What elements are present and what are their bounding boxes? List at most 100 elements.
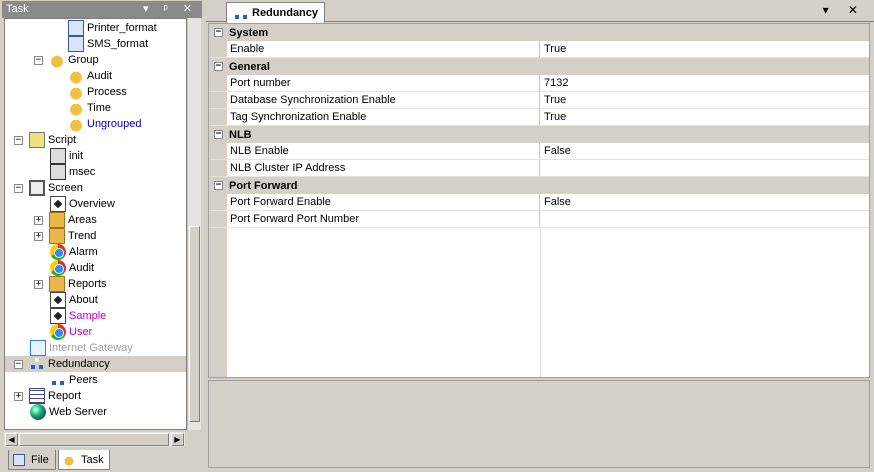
globe-icon — [30, 404, 46, 420]
scroll-right-arrow-icon[interactable]: ▶ — [171, 433, 184, 446]
tree-item[interactable]: Process — [68, 84, 127, 100]
property-row[interactable]: Tag Synchronization Enable True — [209, 109, 869, 126]
scrollbar-thumb[interactable] — [189, 226, 200, 422]
property-category-label: Port Forward — [229, 179, 298, 192]
collapse-icon[interactable]: − — [214, 62, 223, 71]
tree-item[interactable]: + Report — [14, 388, 81, 404]
tree-item[interactable]: Overview — [50, 196, 115, 212]
tree-item-label: Group — [68, 54, 99, 66]
editor-controls[interactable]: ▾ ✕ — [823, 3, 866, 17]
expand-icon[interactable]: + — [34, 279, 43, 289]
tree-item-label: Screen — [48, 182, 83, 194]
tree-item[interactable]: Ungrouped — [68, 116, 141, 132]
column-divider[interactable] — [540, 228, 541, 377]
property-value[interactable] — [540, 160, 544, 176]
property-value[interactable]: True — [540, 41, 566, 57]
collapse-icon[interactable]: − — [14, 183, 23, 193]
property-description-pane — [208, 380, 870, 468]
property-name: NLB Enable — [227, 143, 540, 159]
property-value[interactable]: True — [540, 109, 566, 125]
task-panel-title: Task — [6, 3, 29, 15]
tree-item[interactable]: Audit — [68, 68, 112, 84]
tree-item[interactable]: msec — [50, 164, 95, 180]
tree-horizontal-scrollbar[interactable]: ◀ ▶ — [4, 432, 185, 447]
tree-item[interactable]: + Areas — [34, 212, 97, 228]
tree-item-label: Time — [87, 102, 112, 114]
scrollbar-thumb[interactable] — [19, 433, 169, 446]
tree-item[interactable]: User — [50, 324, 92, 340]
collapse-icon[interactable]: − — [214, 181, 223, 190]
collapse-icon[interactable]: − — [214, 28, 223, 37]
tree-item[interactable]: + Reports — [34, 276, 107, 292]
property-value[interactable]: True — [540, 92, 566, 108]
property-category-label: NLB — [229, 128, 252, 141]
property-row[interactable]: Enable True — [209, 41, 869, 58]
file-tab-icon — [13, 453, 25, 466]
expand-icon[interactable]: + — [14, 391, 23, 401]
row-gutter — [209, 41, 227, 57]
tree-item[interactable]: Peers — [50, 372, 98, 388]
row-gutter — [209, 194, 227, 210]
tree-item-label: Audit — [87, 70, 113, 82]
collapse-icon[interactable]: − — [14, 135, 23, 145]
property-row[interactable]: Port number 7132 — [209, 75, 869, 92]
tab-task[interactable]: Task — [58, 450, 110, 470]
tree-item[interactable]: + Trend — [34, 228, 96, 244]
row-gutter — [209, 160, 227, 176]
property-grid[interactable]: − System Enable True − General Port number 7132… — [208, 23, 870, 378]
tree-item[interactable]: − Script — [14, 132, 76, 148]
tree-item[interactable]: − Redundancy — [5, 356, 186, 372]
property-row[interactable]: Database Synchronization Enable True — [209, 92, 869, 109]
tree-item[interactable]: Printer_format — [68, 20, 157, 36]
tab-redundancy-label: Redundancy — [252, 7, 319, 19]
tab-redundancy[interactable]: Redundancy — [226, 2, 326, 23]
collapse-icon[interactable]: − — [214, 130, 223, 139]
property-value[interactable]: False — [540, 194, 571, 210]
tree-item[interactable]: − Screen — [14, 180, 83, 196]
tab-file[interactable]: File — [8, 450, 56, 470]
bell-icon — [68, 84, 84, 100]
expand-icon[interactable]: + — [34, 215, 43, 225]
property-category[interactable]: − System — [209, 24, 869, 41]
tree-item-label: Printer_format — [87, 22, 157, 34]
property-value[interactable]: 7132 — [540, 75, 568, 91]
tree-item[interactable]: Audit — [50, 260, 94, 276]
tree-item[interactable]: Alarm — [50, 244, 98, 260]
expand-icon[interactable]: + — [34, 231, 43, 241]
property-row[interactable]: Port Forward Enable False — [209, 194, 869, 211]
tree-item[interactable]: init — [50, 148, 83, 164]
folder-icon — [49, 276, 65, 292]
script-file-icon — [50, 164, 66, 180]
collapse-icon[interactable]: − — [14, 359, 23, 369]
task-tab-icon — [63, 453, 75, 466]
property-row[interactable]: NLB Cluster IP Address — [209, 160, 869, 177]
tree-item[interactable]: Web Server — [30, 404, 107, 420]
tree-vertical-scrollbar[interactable] — [187, 18, 201, 430]
tree-item[interactable]: SMS_format — [68, 36, 148, 52]
row-gutter — [209, 211, 227, 227]
project-tree[interactable]: Printer_format SMS_format − Group Audit Proce… — [4, 18, 187, 430]
tree-item[interactable]: Internet Gateway — [30, 340, 133, 356]
collapse-icon[interactable]: − — [34, 55, 43, 65]
format-icon — [68, 36, 84, 52]
tree-item-label: Audit — [69, 262, 95, 274]
tree-item[interactable]: Sample — [50, 308, 106, 324]
scroll-left-arrow-icon[interactable]: ◀ — [5, 433, 18, 446]
task-panel: Task ▾ ᵖ ✕ Printer_format SMS_format − Grou… — [0, 0, 204, 472]
property-category[interactable]: − General — [209, 58, 869, 75]
property-category[interactable]: − NLB — [209, 126, 869, 143]
property-value[interactable] — [540, 211, 544, 227]
property-value[interactable]: False — [540, 143, 571, 159]
property-name: Port Forward Enable — [227, 194, 540, 210]
document-icon — [50, 308, 66, 324]
tree-item[interactable]: − Group — [34, 52, 99, 68]
tree-item[interactable]: About — [50, 292, 98, 308]
property-row[interactable]: Port Forward Port Number — [209, 211, 869, 228]
property-category[interactable]: − Port Forward — [209, 177, 869, 194]
tab-task-label: Task — [81, 453, 104, 466]
property-row[interactable]: NLB Enable False — [209, 143, 869, 160]
tree-item[interactable]: Time — [68, 100, 111, 116]
network-icon — [233, 6, 247, 20]
task-panel-controls[interactable]: ▾ ᵖ ✕ — [143, 1, 198, 18]
tree-item-label: Peers — [69, 374, 98, 386]
